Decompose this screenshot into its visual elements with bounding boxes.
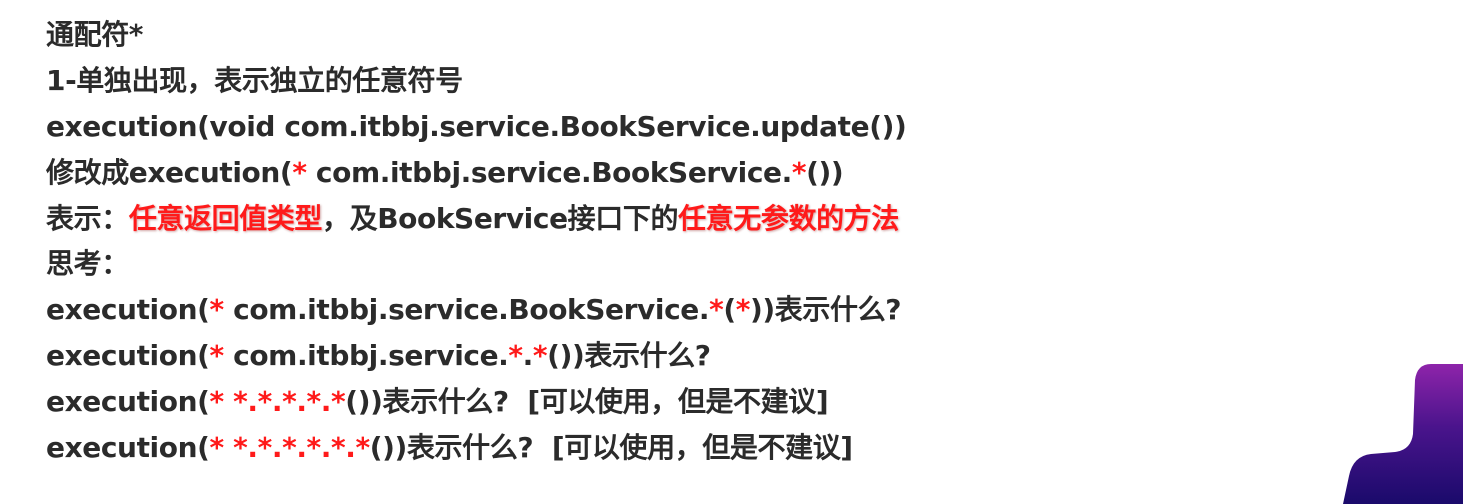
highlight-segment: *	[209, 293, 225, 327]
highlight-segment: 任意返回值类型	[128, 201, 323, 235]
highlight-segment: *	[791, 155, 807, 189]
text-line-1: 通配符*	[46, 12, 1386, 58]
text-segment: 1-单独出现，表示独立的任意符号	[46, 63, 463, 97]
text-segment: .	[522, 339, 534, 373]
slide-text-block: 通配符* 1-单独出现，表示独立的任意符号 execution(void com.i…	[46, 12, 1386, 471]
text-segment: com.itbbj.service.BookService.	[306, 155, 792, 189]
slide: 通配符* 1-单独出现，表示独立的任意符号 execution(void com.i…	[0, 0, 1463, 504]
corner-decoration	[1343, 364, 1463, 504]
highlight-segment: * *.*.*.*.*.*	[209, 431, 371, 465]
text-line-3: execution(void com.itbbj.service.BookSer…	[46, 104, 1386, 150]
text-segment: 修改成execution(	[46, 155, 293, 189]
highlight-segment: *	[709, 293, 724, 327]
text-line-10: execution(* *.*.*.*.*.*())表示什么? [可以使用，但是…	[46, 425, 1386, 471]
text-segment: execution(	[46, 339, 210, 373]
text-segment: ())表示什么?	[547, 339, 711, 373]
text-segment: (	[723, 293, 736, 327]
text-line-7: execution(* com.itbbj.service.BookServic…	[46, 287, 1386, 333]
text-line-4: 修改成execution(* com.itbbj.service.BookSer…	[46, 150, 1386, 196]
text-line-8: execution(* com.itbbj.service.*.*())表示什么…	[46, 333, 1386, 379]
highlight-segment: *	[508, 339, 523, 373]
highlight-segment: *	[292, 155, 307, 189]
text-segment: 思考：	[46, 247, 129, 281]
highlight-segment: *	[735, 293, 751, 327]
text-segment: com.itbbj.service.	[223, 339, 509, 373]
highlight-segment: *	[532, 339, 548, 373]
text-line-6: 思考：	[46, 241, 1386, 287]
text-segment: ())	[806, 155, 844, 189]
text-segment: ))表示什么?	[750, 293, 902, 327]
text-line-9: execution(* *.*.*.*.*())表示什么? [可以使用，但是不建…	[46, 379, 1386, 425]
text-segment: com.itbbj.service.BookService.	[223, 293, 710, 327]
text-segment: execution(	[46, 431, 210, 465]
highlight-segment: * *.*.*.*.*	[209, 385, 346, 419]
highlight-segment: *	[209, 339, 225, 373]
corner-decoration-shape	[1343, 364, 1463, 504]
text-segment: execution(void com.itbbj.service.BookSer…	[46, 109, 907, 143]
text-segment: 表示：	[46, 201, 129, 235]
text-line-5: 表示：任意返回值类型，及BookService接口下的任意无参数的方法	[46, 196, 1386, 242]
text-line-2: 1-单独出现，表示独立的任意符号	[46, 58, 1386, 104]
text-segment: ())表示什么? [可以使用，但是不建议]	[345, 385, 829, 419]
text-segment: execution(	[46, 293, 210, 327]
text-segment: execution(	[46, 385, 210, 419]
text-segment: ())表示什么? [可以使用，但是不建议]	[369, 431, 853, 465]
highlight-segment: 任意无参数的方法	[678, 201, 899, 235]
text-segment: 通配符*	[46, 18, 144, 51]
text-segment: ，及BookService接口下的	[322, 201, 679, 235]
